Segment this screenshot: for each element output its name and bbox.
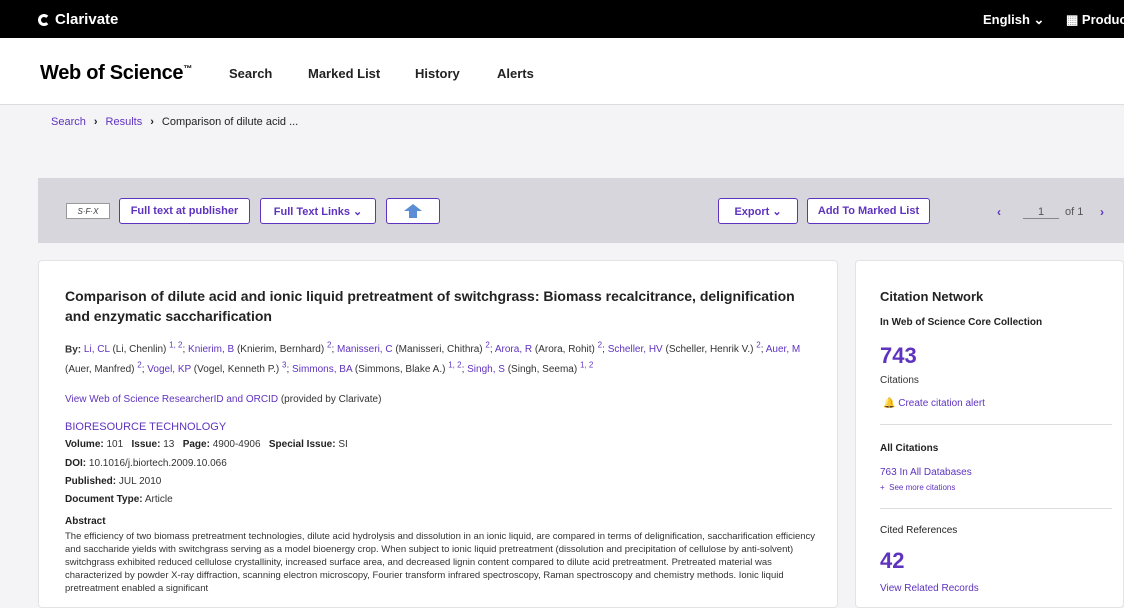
- author-full-name: (Arora, Rohit): [532, 344, 598, 356]
- volume-row: Volume: 101 Issue: 13 Page: 4900-4906 Sp…: [65, 439, 348, 450]
- nav-alerts[interactable]: Alerts: [497, 66, 534, 81]
- upload-button[interactable]: [386, 198, 440, 224]
- author-link[interactable]: Manisseri, C: [337, 344, 393, 355]
- clarivate-logo[interactable]: Clarivate: [38, 11, 118, 28]
- breadcrumb-search[interactable]: Search: [51, 116, 86, 128]
- citations-label: Citations: [880, 375, 919, 386]
- citation-network-card: Citation Network In Web of Science Core …: [855, 260, 1124, 608]
- brand-name: Clarivate: [55, 11, 119, 28]
- author-link[interactable]: Vogel, KP: [147, 364, 191, 375]
- abstract-text: The efficiency of two biomass pretreatme…: [65, 531, 816, 594]
- author-affiliation[interactable]: 1, 2: [169, 341, 182, 350]
- record-card: Comparison of dilute acid and ionic liqu…: [38, 260, 838, 608]
- export-button[interactable]: Export ⌄: [718, 198, 798, 224]
- author-full-name: (Vogel, Kenneth P.): [191, 363, 283, 375]
- page-total: of 1: [1065, 206, 1084, 218]
- author-affiliation[interactable]: 1, 2: [580, 360, 593, 369]
- author-link[interactable]: Scheller, HV: [608, 344, 663, 355]
- author-affiliation[interactable]: 2: [598, 341, 602, 350]
- author-link[interactable]: Auer, M: [766, 344, 800, 355]
- sfx-button[interactable]: S·F·X: [66, 203, 110, 219]
- published-row: Published: JUL 2010: [65, 476, 162, 487]
- divider: [880, 508, 1112, 509]
- nav-history[interactable]: History: [415, 66, 460, 81]
- author-link[interactable]: Singh, S: [467, 364, 505, 375]
- author-full-name: (Auer, Manfred): [65, 363, 138, 375]
- breadcrumb: Search › Results › Comparison of dilute …: [51, 116, 298, 128]
- see-more-citations[interactable]: + See more citations: [880, 483, 955, 492]
- next-page-icon[interactable]: ›: [1100, 205, 1104, 219]
- top-bar: Clarivate English ⌄ ▦ Products: [0, 0, 1124, 38]
- author-affiliation[interactable]: 2: [137, 360, 141, 369]
- breadcrumb-separator: ›: [150, 116, 154, 128]
- citations-count[interactable]: 743: [880, 343, 917, 369]
- language-selector[interactable]: English ⌄: [983, 12, 1044, 28]
- researcher-id-row: View Web of Science ResearcherID and ORC…: [65, 394, 382, 405]
- plus-icon: +: [880, 483, 885, 492]
- author-affiliation[interactable]: 2: [485, 341, 489, 350]
- all-databases-link[interactable]: 763 In All Databases: [880, 467, 972, 478]
- author-full-name: (Manisseri, Chithra): [392, 344, 486, 356]
- breadcrumb-results[interactable]: Results: [106, 116, 143, 128]
- bell-icon: 🔔: [883, 398, 896, 409]
- record-toolbar: S·F·X Full text at publisher Full Text L…: [38, 178, 1124, 243]
- prev-page-icon[interactable]: ‹: [997, 205, 1001, 219]
- add-to-marked-list-button[interactable]: Add To Marked List: [807, 198, 930, 224]
- divider: [880, 424, 1112, 425]
- view-related-records[interactable]: View Related Records: [880, 583, 979, 594]
- author-full-name: (Scheller, Henrik V.): [662, 344, 757, 356]
- page-input[interactable]: 1: [1023, 206, 1059, 219]
- author-link[interactable]: Knierim, B: [188, 344, 234, 355]
- nav-search[interactable]: Search: [229, 66, 272, 81]
- citation-network-title: Citation Network: [880, 289, 984, 304]
- journal-link[interactable]: BIORESOURCE TECHNOLOGY: [65, 421, 226, 433]
- clarivate-mark-icon: [38, 13, 50, 26]
- main-nav: Web of Science™ Search Marked List Histo…: [0, 38, 1124, 105]
- document-type-row: Document Type: Article: [65, 494, 173, 505]
- nav-marked-list[interactable]: Marked List: [308, 66, 380, 81]
- breadcrumb-current: Comparison of dilute acid ...: [161, 116, 299, 128]
- author-link[interactable]: Li, CL: [84, 344, 110, 355]
- author-affiliation[interactable]: 2: [327, 341, 331, 350]
- authors-list: By: Li, CL (Li, Chenlin) 1, 2; Knierim, …: [65, 341, 801, 375]
- author-link[interactable]: Arora, R: [495, 344, 532, 355]
- doi-row: DOI: 10.1016/j.biortech.2009.10.066: [65, 458, 227, 469]
- full-text-links-button[interactable]: Full Text Links ⌄: [260, 198, 376, 224]
- core-collection-label: In Web of Science Core Collection: [880, 317, 1043, 328]
- products-menu[interactable]: ▦ Products: [1066, 12, 1124, 28]
- author-full-name: (Simmons, Blake A.): [352, 363, 449, 375]
- author-affiliation[interactable]: 1, 2: [448, 360, 461, 369]
- breadcrumb-separator: ›: [93, 116, 98, 128]
- record-title: Comparison of dilute acid and ionic liqu…: [65, 288, 795, 324]
- abstract-heading: Abstract: [65, 516, 106, 527]
- researcher-id-link[interactable]: View Web of Science ResearcherID and ORC…: [65, 394, 278, 405]
- full-text-publisher-button[interactable]: Full text at publisher: [119, 198, 250, 224]
- author-affiliation[interactable]: 3: [282, 360, 286, 369]
- all-citations-heading: All Citations: [880, 443, 939, 454]
- author-full-name: (Li, Chenlin): [109, 344, 170, 356]
- create-citation-alert[interactable]: 🔔 Create citation alert: [883, 398, 985, 409]
- author-full-name: (Knierim, Bernhard): [234, 344, 327, 356]
- cited-references-count[interactable]: 42: [880, 548, 904, 574]
- wos-logo[interactable]: Web of Science™: [40, 62, 192, 85]
- author-link[interactable]: Simmons, BA: [292, 364, 352, 375]
- cited-references-heading: Cited References: [880, 525, 958, 536]
- by-label: By:: [65, 344, 82, 356]
- upload-shape-icon: [404, 204, 422, 218]
- author-affiliation[interactable]: 2: [756, 341, 760, 350]
- author-full-name: (Singh, Seema): [504, 363, 580, 375]
- products-label: Products: [1081, 12, 1124, 27]
- grid-icon: ▦: [1066, 12, 1079, 27]
